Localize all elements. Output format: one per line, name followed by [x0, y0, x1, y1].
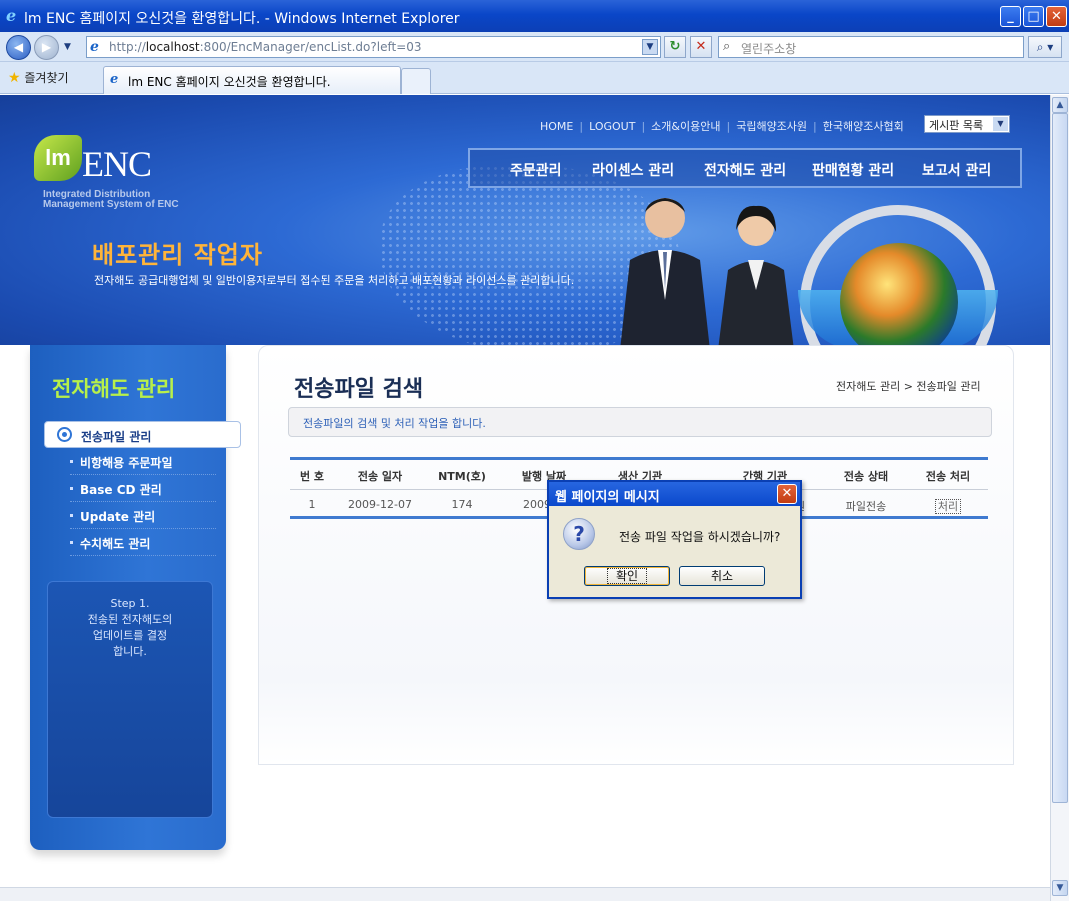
header-banner: lm ENC Integrated Distribution Managemen… [0, 95, 1050, 345]
forward-button[interactable]: ▶ [34, 35, 59, 60]
stop-button[interactable]: ✕ [690, 36, 712, 58]
sidebar-header: 전자해도 관리 [30, 345, 226, 415]
scroll-down-icon[interactable]: ▼ [1052, 880, 1068, 896]
sidebar-item-numeric-chart[interactable]: 수치해도 관리 [70, 529, 216, 556]
home-link[interactable]: HOME [540, 120, 573, 133]
kho-assoc-link[interactable]: 한국해양조사협회 [823, 120, 904, 133]
address-url[interactable]: http://localhost:800/EncManager/encList.… [109, 40, 422, 54]
dialog-message: 전송 파일 작업을 하시겠습니까? [619, 530, 781, 544]
minimize-button[interactable]: _ [1000, 6, 1021, 27]
window-titlebar: e lm ENC 홈페이지 오신것을 환영합니다. - Windows Inte… [0, 0, 1069, 32]
close-window-button[interactable]: ✕ [1046, 6, 1067, 27]
address-dropdown-icon[interactable]: ▼ [642, 39, 658, 55]
search-go-button[interactable]: ⌕ ▾ [1028, 36, 1062, 58]
menu-enc[interactable]: 전자해도 관리 [704, 160, 786, 180]
col-ntm: NTM(호) [438, 470, 486, 483]
about-link[interactable]: 소개&이용안내 [651, 120, 720, 133]
sidebar-item-transfer-files[interactable]: 전송파일 관리 [44, 421, 241, 448]
ok-button[interactable]: 확인 [584, 566, 670, 586]
search-icon: ⌕ [723, 39, 731, 54]
page-title: 전송파일 검색 [294, 377, 424, 402]
info-text: 전송파일의 검색 및 처리 작업을 합니다. [303, 417, 486, 430]
sidebar-item-base-cd[interactable]: Base CD 관리 [70, 475, 216, 502]
menu-license[interactable]: 라이센스 관리 [592, 160, 674, 180]
favorites-button[interactable]: ★ 즐겨찾기 [8, 69, 69, 86]
confirm-dialog: 웹 페이지의 메시지 ✕ ? 전송 파일 작업을 하시겠습니까? 확인 취소 [547, 480, 802, 599]
page-viewport: lm ENC Integrated Distribution Managemen… [0, 95, 1050, 887]
logo-text[interactable]: ENC [82, 143, 152, 185]
address-bar[interactable]: e http://localhost:800/EncManager/encLis… [86, 36, 661, 58]
col-action: 전송 처리 [925, 470, 971, 483]
sidebar-item-non-navigation[interactable]: 비항해용 주문파일 [70, 448, 216, 475]
bullet-circle-icon [57, 427, 72, 442]
dialog-titlebar: 웹 페이지의 메시지 ✕ [549, 482, 800, 506]
khoa-link[interactable]: 국립해양조사원 [736, 120, 807, 133]
top-links: HOME | LOGOUT | 소개&이용안내 | 국립해양조사원 | 한국해양조사협회 [540, 120, 904, 133]
row-ntm: 174 [451, 498, 473, 511]
tagline: 배포관리 작업자 [92, 241, 263, 269]
vertical-scrollbar[interactable]: ▲ ▼ [1050, 95, 1069, 901]
browser-tab[interactable]: e lm ENC 홈페이지 오신것을 환영합니다. [103, 66, 401, 94]
tab-ie-icon: e [110, 72, 119, 87]
logo-subtitle: Integrated Distribution Management Syste… [43, 189, 179, 210]
search-input[interactable]: ⌕ 열린주소창 [718, 36, 1024, 58]
row-send-date: 2009-12-07 [348, 498, 412, 511]
main-menu: 주문관리 라이센스 관리 전자해도 관리 판매현황 관리 보고서 관리 [468, 148, 1022, 188]
question-icon: ? [563, 518, 595, 550]
step-info-box: Step 1. 전송된 전자해도의 업데이트를 결정 합니다. [47, 581, 213, 818]
window-title: lm ENC 홈페이지 오신것을 환영합니다. - Windows Intern… [24, 11, 460, 27]
menu-orders[interactable]: 주문관리 [510, 160, 562, 180]
cancel-button[interactable]: 취소 [679, 566, 765, 586]
row-status: 파일전송 [845, 500, 887, 513]
menu-reports[interactable]: 보고서 관리 [922, 160, 991, 180]
info-box: 전송파일의 검색 및 처리 작업을 합니다. [288, 407, 992, 437]
breadcrumb: 전자해도 관리 > 전송파일 관리 [836, 380, 981, 393]
navigation-bar: ◀ ▶ ▼ e http://localhost:800/EncManager/… [0, 32, 1069, 62]
search-placeholder: 열린주소창 [741, 42, 797, 56]
board-list-select[interactable]: 게시판 목록 ▼ [924, 115, 1010, 133]
sidebar-item-update[interactable]: Update 관리 [70, 502, 216, 529]
step-text: Step 1. 전송된 전자해도의 업데이트를 결정 합니다. [87, 597, 173, 658]
back-button[interactable]: ◀ [6, 35, 31, 60]
row-action: 처리 [908, 498, 988, 514]
ie-logo-icon: e [6, 6, 17, 25]
new-tab-button[interactable] [401, 68, 431, 94]
dialog-close-button[interactable]: ✕ [777, 484, 797, 504]
process-button[interactable]: 처리 [934, 499, 962, 514]
dialog-title: 웹 페이지의 메시지 [555, 490, 660, 505]
sidebar-title: 전자해도 관리 [52, 377, 176, 401]
menu-sales[interactable]: 판매현황 관리 [812, 160, 894, 180]
header-description: 전자해도 공급대행업체 및 일반이용자로부터 접수된 주문을 처리하고 배포현황… [94, 274, 575, 287]
col-status: 전송 상태 [843, 470, 889, 483]
status-bar [0, 887, 1050, 901]
col-number: 번 호 [299, 470, 325, 483]
col-send-date: 전송 일자 [357, 470, 403, 483]
business-people-image [620, 198, 794, 345]
refresh-button[interactable]: ↻ [664, 36, 686, 58]
tab-title: lm ENC 홈페이지 오신것을 환영합니다. [128, 75, 331, 89]
history-dropdown-icon[interactable]: ▼ [64, 42, 71, 52]
row-number: 1 [308, 498, 316, 511]
logout-link[interactable]: LOGOUT [589, 120, 635, 133]
logo-badge[interactable]: lm [34, 135, 82, 181]
maximize-button[interactable]: □ [1023, 6, 1044, 27]
chevron-down-icon: ▼ [993, 117, 1008, 131]
star-icon: ★ [8, 70, 21, 86]
scroll-up-icon[interactable]: ▲ [1052, 97, 1068, 113]
page-icon: e [90, 39, 99, 55]
scroll-thumb[interactable] [1052, 113, 1068, 803]
tab-bar: ★ 즐겨찾기 e lm ENC 홈페이지 오신것을 환영합니다. [0, 62, 1069, 94]
